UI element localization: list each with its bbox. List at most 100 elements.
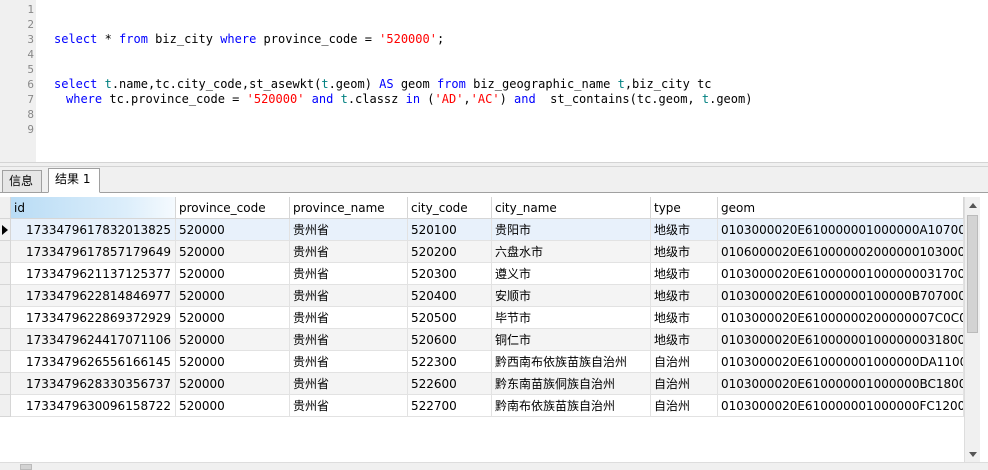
cell-province-name[interactable]: 贵州省: [290, 219, 408, 241]
cell-city-name[interactable]: 铜仁市: [492, 329, 651, 351]
cell-province-code[interactable]: 520000: [176, 329, 290, 351]
table-row[interactable]: 1733479628330356737 520000 贵州省 522600 黔东南苗族侗…: [0, 373, 964, 395]
row-header[interactable]: [0, 395, 11, 417]
cell-type[interactable]: 自治州: [651, 351, 718, 373]
table-row[interactable]: 1733479626556166145 520000 贵州省 522300 黔西南布依族…: [0, 351, 964, 373]
cell-city-code[interactable]: 522600: [408, 373, 492, 395]
cell-province-code[interactable]: 520000: [176, 373, 290, 395]
cell-id[interactable]: 1733479621137125377: [11, 263, 176, 285]
column-header-province-name[interactable]: province_name: [290, 197, 408, 219]
code-line-3[interactable]: select * from biz_city where province_co…: [54, 32, 444, 47]
cell-province-code[interactable]: 520000: [176, 351, 290, 373]
cell-geom[interactable]: 0103000020E610000001000000A1070000: [718, 219, 964, 241]
column-header-city-name[interactable]: city_name: [492, 197, 651, 219]
table-row[interactable]: 1733479621137125377 520000 贵州省 520300 遵义市 地级市…: [0, 263, 964, 285]
sql-editor[interactable]: 1 2 3 4 5 6 7 8 9 select * from biz_city…: [0, 0, 988, 162]
cell-province-name[interactable]: 贵州省: [290, 241, 408, 263]
cell-province-name[interactable]: 贵州省: [290, 329, 408, 351]
column-header-id[interactable]: id: [11, 197, 176, 219]
cell-province-name[interactable]: 贵州省: [290, 351, 408, 373]
row-header[interactable]: [0, 351, 11, 373]
cell-city-name[interactable]: 毕节市: [492, 307, 651, 329]
row-header[interactable]: [0, 285, 11, 307]
code-line-7[interactable]: where tc.province_code = '520000' and t.…: [66, 92, 752, 107]
horizontal-scrollbar[interactable]: [0, 462, 988, 470]
cell-city-code[interactable]: 522700: [408, 395, 492, 417]
cell-type[interactable]: 自治州: [651, 395, 718, 417]
table-row[interactable]: 1733479617857179649 520000 贵州省 520200 六盘水市 地级…: [0, 241, 964, 263]
row-header[interactable]: [0, 307, 11, 329]
cell-city-code[interactable]: 520200: [408, 241, 492, 263]
cell-geom[interactable]: 0103000020E6100000010000000318000000: [718, 329, 964, 351]
cell-type[interactable]: 地级市: [651, 285, 718, 307]
cell-type[interactable]: 地级市: [651, 219, 718, 241]
cell-geom[interactable]: 0103000020E610000001000000DA110000: [718, 351, 964, 373]
cell-id[interactable]: 1733479628330356737: [11, 373, 176, 395]
cell-city-name[interactable]: 遵义市: [492, 263, 651, 285]
cell-province-code[interactable]: 520000: [176, 219, 290, 241]
row-header[interactable]: [0, 329, 11, 351]
table-row[interactable]: 1733479622869372929 520000 贵州省 520500 毕节市 地级市…: [0, 307, 964, 329]
cell-geom[interactable]: 0103000020E610000001000000FC120000: [718, 395, 964, 417]
cell-city-code[interactable]: 520300: [408, 263, 492, 285]
cell-geom[interactable]: 0103000020E6100000010000000317000000: [718, 263, 964, 285]
cell-id[interactable]: 1733479617832013825: [11, 219, 176, 241]
cell-id[interactable]: 1733479624417071106: [11, 329, 176, 351]
cell-province-name[interactable]: 贵州省: [290, 373, 408, 395]
cell-city-code[interactable]: 522300: [408, 351, 492, 373]
tab-result-1[interactable]: 结果 1: [48, 168, 100, 193]
cell-geom[interactable]: 0103000020E61000000100000B70700000: [718, 285, 964, 307]
scroll-thumb[interactable]: [967, 215, 978, 333]
cell-city-name[interactable]: 黔东南苗族侗族自治州: [492, 373, 651, 395]
row-header[interactable]: [0, 263, 11, 285]
cell-city-name[interactable]: 安顺市: [492, 285, 651, 307]
table-row[interactable]: 1733479617832013825 520000 贵州省 520100 贵阳市 地级市…: [0, 219, 964, 241]
cell-type[interactable]: 自治州: [651, 373, 718, 395]
cell-province-code[interactable]: 520000: [176, 395, 290, 417]
cell-city-name[interactable]: 黔南布依族苗族自治州: [492, 395, 651, 417]
cell-province-name[interactable]: 贵州省: [290, 263, 408, 285]
cell-type[interactable]: 地级市: [651, 241, 718, 263]
cell-type[interactable]: 地级市: [651, 329, 718, 351]
cell-province-name[interactable]: 贵州省: [290, 285, 408, 307]
row-header[interactable]: [0, 219, 11, 241]
scroll-up-icon[interactable]: [969, 203, 977, 208]
result-grid[interactable]: id province_code province_name city_code…: [0, 197, 964, 460]
tab-info[interactable]: 信息: [2, 170, 42, 193]
cell-id[interactable]: 1733479622869372929: [11, 307, 176, 329]
cell-province-code[interactable]: 520000: [176, 307, 290, 329]
cell-geom[interactable]: 0103000020E610000001000000BC180000: [718, 373, 964, 395]
cell-province-code[interactable]: 520000: [176, 241, 290, 263]
table-row[interactable]: 1733479624417071106 520000 贵州省 520600 铜仁市 地级市…: [0, 329, 964, 351]
cell-province-name[interactable]: 贵州省: [290, 307, 408, 329]
cell-city-name[interactable]: 贵阳市: [492, 219, 651, 241]
cell-province-code[interactable]: 520000: [176, 263, 290, 285]
cell-city-name[interactable]: 六盘水市: [492, 241, 651, 263]
scroll-down-icon[interactable]: [969, 452, 977, 457]
cell-province-code[interactable]: 520000: [176, 285, 290, 307]
cell-city-code[interactable]: 520100: [408, 219, 492, 241]
cell-city-code[interactable]: 520400: [408, 285, 492, 307]
cell-geom[interactable]: 0103000020E61000000200000007C0C0000: [718, 307, 964, 329]
cell-city-code[interactable]: 520500: [408, 307, 492, 329]
column-header-city-code[interactable]: city_code: [408, 197, 492, 219]
row-header[interactable]: [0, 373, 11, 395]
cell-city-code[interactable]: 520600: [408, 329, 492, 351]
cell-geom[interactable]: 0106000020E610000002000000103000000: [718, 241, 964, 263]
column-header-type[interactable]: type: [651, 197, 718, 219]
code-line-6[interactable]: select t.name,tc.city_code,st_asewkt(t.g…: [54, 77, 712, 92]
row-header[interactable]: [0, 241, 11, 263]
table-row[interactable]: 1733479622814846977 520000 贵州省 520400 安顺市 地级市…: [0, 285, 964, 307]
cell-id[interactable]: 1733479626556166145: [11, 351, 176, 373]
cell-id[interactable]: 1733479622814846977: [11, 285, 176, 307]
horizontal-scroll-thumb[interactable]: [20, 464, 32, 470]
column-header-province-code[interactable]: province_code: [176, 197, 290, 219]
cell-province-name[interactable]: 贵州省: [290, 395, 408, 417]
vertical-scrollbar[interactable]: [964, 197, 980, 462]
cell-id[interactable]: 1733479617857179649: [11, 241, 176, 263]
cell-type[interactable]: 地级市: [651, 307, 718, 329]
cell-city-name[interactable]: 黔西南布依族苗族自治州: [492, 351, 651, 373]
table-row[interactable]: 1733479630096158722 520000 贵州省 522700 黔南布依族苗…: [0, 395, 964, 417]
column-header-geom[interactable]: geom: [718, 197, 964, 219]
cell-type[interactable]: 地级市: [651, 263, 718, 285]
